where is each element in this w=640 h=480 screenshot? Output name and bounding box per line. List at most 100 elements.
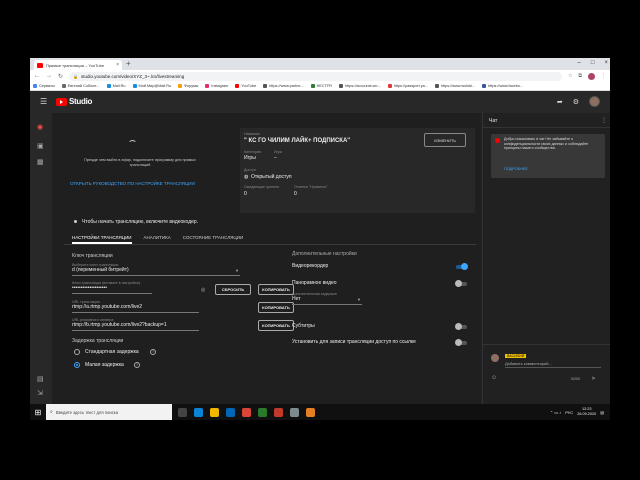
maximize-button[interactable]: □ [591,58,595,69]
file-explorer-icon[interactable] [210,407,219,417]
exit-icon[interactable]: ⇲ [37,389,43,397]
bookmark-item[interactable]: Mail.Ru [106,84,126,88]
language-indicator[interactable]: РУС [565,410,573,415]
feedback-icon[interactable]: ▤ [37,375,44,383]
chat-input[interactable]: Добавить комментарий... [505,361,601,368]
latency-low-radio[interactable] [74,362,80,368]
bookmark-item[interactable]: Форумы [178,84,198,88]
emoji-icon[interactable]: ☺ [491,375,497,381]
waiting-viewers-value: 0 [244,191,247,197]
app-icon[interactable] [290,407,299,417]
taskbar-search[interactable]: ⌕ Введите здесь текст для поиска [46,404,172,420]
star-icon[interactable]: ☆ [568,73,572,79]
encoder-hint-text: Чтобы начать трансляцию, включите видеок… [82,218,199,225]
send-icon[interactable]: ➤ [591,375,596,382]
bookmark-item[interactable]: Мой Мир@Mail.Ru [132,84,172,88]
bookmark-favicon-icon [235,84,240,88]
store-icon[interactable] [226,407,235,417]
new-tab-button[interactable]: + [126,59,131,69]
extra-latency-select[interactable]: Дополнительная задержка Нет ▼ [292,292,362,305]
notifications-icon[interactable]: ▤ [600,410,604,415]
tab-bar: Прямые трансляции – YouTube × + – □ × [30,58,610,70]
hamburger-menu-icon[interactable]: ☰ [40,98,47,106]
tray-icons[interactable]: ⌃ ▭ ♪ [550,410,561,415]
camera-icon[interactable]: ▣ [37,142,44,150]
bookmark-item[interactable]: YouTube [235,84,256,88]
app-icon[interactable] [258,407,267,417]
studio-logo[interactable]: Studio [56,97,92,106]
copy-backup-url-button[interactable]: КОПИРОВАТЬ [258,320,294,331]
extensions-icon[interactable]: ⧉ [578,73,582,79]
bookmark-item[interactable]: https://www.partne... [263,84,304,88]
extra-latency-value: Нет [292,296,301,302]
panoramic-toggle[interactable] [455,280,467,287]
bookmark-item[interactable]: Instagram [205,84,228,88]
bookmark-label: Мой Мир@Mail.Ru [138,84,172,88]
bookmark-label: https://www.facebo... [488,84,524,88]
hide-key-eye-icon[interactable]: ◎ [201,287,205,293]
setup-guide-link[interactable]: ОТКРЫТЬ РУКОВОДСТВО ПО НАСТРОЙКЕ ТРАНСЛЯ… [70,181,195,186]
subtitles-label: Субтитры [292,323,315,329]
toggle-knob [455,323,462,330]
help-icon[interactable]: ? [134,362,140,368]
main-content: Прежде чем выйти в эфир, подключите прог… [52,113,501,404]
settings-panel: Ключ трансляции Выберите ключ трансляции… [64,245,476,404]
copy-url-button[interactable]: КОПИРОВАТЬ [258,302,294,313]
bookmark-item[interactable]: Евгений Соболе... [61,84,100,88]
forward-icon[interactable]: → [46,73,52,79]
close-window-button[interactable]: × [604,58,608,69]
search-icon: ⌕ [50,409,53,415]
share-icon[interactable]: ➦ [557,98,563,106]
backup-url-field[interactable]: URL резервного сервера rtmp://b.rtmp.you… [72,318,199,331]
tab-close-icon[interactable]: × [116,62,119,68]
stream-key-field[interactable]: Ключ трансляции (вставьте в настройки) •… [72,281,152,294]
stream-key-select[interactable]: Выберите ключ трансляции d (переменный б… [72,263,240,276]
game-label: Игра [274,150,282,154]
minimize-button[interactable]: – [578,58,581,69]
browser-tab[interactable]: Прямые трансляции – YouTube × [34,60,122,70]
edit-button[interactable]: ИЗМЕНИТЬ [424,133,466,147]
encoder-hint: Чтобы начать трансляцию, включите видеок… [68,215,476,228]
reset-key-button[interactable]: СБРОСИТЬ [215,284,251,295]
bookmark-item[interactable]: https://www.facebo... [482,84,523,88]
task-view-icon[interactable] [178,407,187,417]
bookmark-item[interactable]: https://accounts.wo... [339,84,381,88]
chrome-icon[interactable] [242,407,251,417]
copy-key-button[interactable]: КОПИРОВАТЬ [258,284,294,295]
back-icon[interactable]: ← [34,73,40,79]
more-options-icon[interactable]: ⋮ [601,117,607,124]
account-avatar[interactable] [589,96,600,107]
tab-analytics[interactable]: АНАЛИТИКА [144,231,171,244]
profile-avatar[interactable] [588,72,595,80]
stream-url-field[interactable]: URL трансляции rtmp://a.rtmp.youtube.com… [72,300,199,313]
edge-icon[interactable] [194,407,203,417]
app-icon[interactable] [306,407,315,417]
settings-gear-icon[interactable]: ⚙ [573,98,579,106]
calendar-icon[interactable]: ▦ [37,158,44,166]
dvr-toggle[interactable] [456,263,468,270]
windows-start-icon[interactable]: ⊞ [30,404,46,420]
learn-more-link[interactable]: ПОДРОБНЕЕ [504,167,528,171]
tab-stream-health[interactable]: СОСТОЯНИЕ ТРАНСЛЯЦИИ [183,231,244,244]
bookmark-label: Форумы [184,84,199,88]
bookmark-item[interactable]: https://passport.ya... [387,84,428,88]
clock[interactable]: 12:23 26.09.2020 [577,407,596,417]
settings-tabs: НАСТРОЙКИ ТРАНСЛЯЦИИ АНАЛИТИКА СОСТОЯНИЕ… [64,231,476,245]
browser-menu-icon[interactable]: ⋮ [601,73,606,79]
bookmark-item[interactable]: HECTFR [310,84,332,88]
bookmark-item[interactable]: https://www.wolsbl... [434,84,475,88]
latency-standard-radio[interactable] [74,349,80,355]
taskbar-apps [172,407,315,417]
subtitles-toggle[interactable] [455,323,467,330]
app-icon[interactable] [274,407,283,417]
address-bar[interactable]: 🔒 studio.youtube.com/video/XYZ_3~.lcs/li… [69,71,562,81]
bookmark-item[interactable]: Сервисы [33,84,55,88]
live-broadcast-icon[interactable]: ◉ [37,123,43,131]
help-icon[interactable]: ? [150,349,156,355]
reload-icon[interactable]: ↻ [58,73,63,80]
screen: Прямые трансляции – YouTube × + – □ × ← … [0,0,640,480]
tab-stream-settings[interactable]: НАСТРОЙКИ ТРАНСЛЯЦИИ [72,231,132,244]
bookmark-favicon-icon [61,84,66,88]
chat-panel: Чат ⋮ Добро пожаловать в чат! Не забывай… [482,113,610,404]
unlisted-toggle[interactable] [455,339,467,346]
